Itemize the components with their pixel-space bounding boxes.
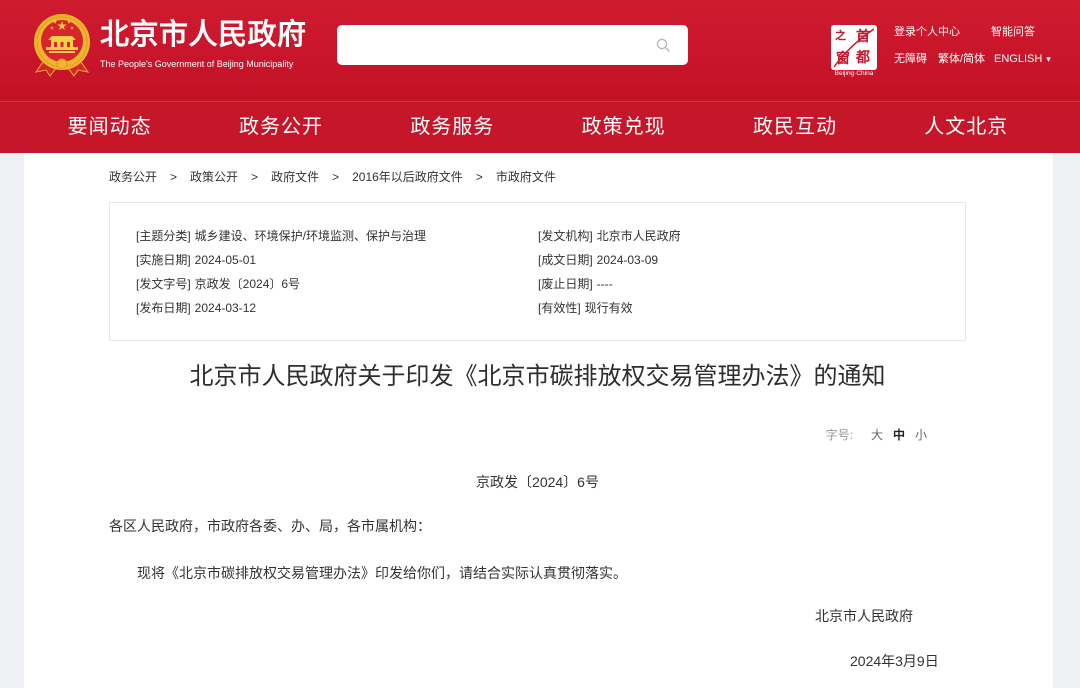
info-field-doc-number: [发文字号] 京政发〔2024〕6号 bbox=[136, 272, 538, 296]
info-label: [成文日期] bbox=[538, 253, 593, 267]
login-link[interactable]: 登录个人中心 bbox=[894, 25, 960, 39]
document-number: 京政发〔2024〕6号 bbox=[476, 474, 599, 490]
info-value: 城乡建设、环境保护/环境监测、保护与治理 bbox=[194, 229, 427, 243]
info-label: [发布日期] bbox=[136, 301, 191, 315]
breadcrumb-link[interactable]: 政务公开 bbox=[109, 170, 157, 184]
search-button[interactable] bbox=[650, 33, 676, 57]
font-size-small-button[interactable]: 小 bbox=[915, 427, 927, 443]
breadcrumb: 政务公开 > 政策公开 > 政府文件 >2016年以后政府文件 > 市政府文件 bbox=[109, 169, 556, 185]
article-salutation: 各区人民政府，市政府各委、办、局，各市属机构： bbox=[109, 518, 431, 534]
info-label: [发文字号] bbox=[136, 277, 191, 291]
info-label: [发文机构] bbox=[538, 229, 593, 243]
font-size-medium-button[interactable]: 中 bbox=[893, 427, 905, 443]
breadcrumb-separator: > bbox=[475, 170, 483, 184]
breadcrumb-link[interactable]: 政府文件 bbox=[271, 170, 319, 184]
info-value: 现行有效 bbox=[584, 301, 633, 315]
english-language-link[interactable]: ENGLISH ▾ bbox=[994, 52, 1051, 66]
breadcrumb-separator: > bbox=[170, 170, 178, 184]
portal-logo-char: 首 bbox=[856, 28, 870, 44]
info-field-subject: [主题分类] 城乡建设、环境保护/环境监测、保护与治理 bbox=[136, 224, 538, 248]
smart-qa-link[interactable]: 智能问答 bbox=[991, 25, 1035, 39]
info-field-repeal-date: [废止日期] ---- bbox=[538, 272, 965, 296]
info-row: [发布日期] 2024-03-12 [有效性] 现行有效 bbox=[136, 296, 965, 320]
font-size-label: 字号: bbox=[825, 428, 853, 442]
traditional-simplified-toggle[interactable]: 繁体/简体 bbox=[938, 52, 985, 66]
font-size-switcher: 字号: 大 中 小 bbox=[109, 427, 927, 443]
breadcrumb-link[interactable]: 2016年以后政府文件 bbox=[352, 170, 463, 184]
info-field-validity: [有效性] 现行有效 bbox=[538, 296, 965, 320]
breadcrumb-separator: > bbox=[251, 170, 259, 184]
nav-item-news[interactable]: 要闻动态 bbox=[24, 102, 195, 153]
breadcrumb-link[interactable]: 政策公开 bbox=[190, 170, 238, 184]
info-value: 北京市人民政府 bbox=[596, 229, 681, 243]
site-header: 北京市人民政府 The People's Government of Beiji… bbox=[0, 0, 1080, 101]
info-row: [发文字号] 京政发〔2024〕6号 [废止日期] ---- bbox=[136, 272, 965, 296]
nav-item-interaction[interactable]: 政民互动 bbox=[709, 102, 880, 153]
portal-logo-caption: Beijing·China bbox=[834, 70, 874, 77]
site-title: 北京市人民政府 bbox=[100, 19, 307, 51]
caret-down-icon: ▾ bbox=[1046, 54, 1051, 64]
info-row: [主题分类] 城乡建设、环境保护/环境监测、保护与治理 [发文机构] 北京市人民政府 bbox=[136, 224, 965, 248]
info-value: 2024-03-12 bbox=[194, 301, 257, 315]
article-title: 北京市人民政府关于印发《北京市碳排放权交易管理办法》的通知 bbox=[189, 363, 886, 390]
article-body-paragraph: 现将《北京市碳排放权交易管理办法》印发给你们，请结合实际认真贯彻落实。 bbox=[137, 565, 627, 581]
info-field-effective-date: [实施日期] 2024-05-01 bbox=[136, 248, 538, 272]
article-signature: 北京市人民政府 bbox=[815, 608, 913, 624]
main-content: 政务公开 > 政策公开 > 政府文件 >2016年以后政府文件 > 市政府文件 [主题分类] 城… bbox=[24, 153, 1053, 688]
nav-item-policy-fulfillment[interactable]: 政策兑现 bbox=[538, 102, 709, 153]
breadcrumb-link[interactable]: 市政府文件 bbox=[496, 170, 556, 184]
document-info-panel: [主题分类] 城乡建设、环境保护/环境监测、保护与治理 [发文机构] 北京市人民政府… bbox=[109, 202, 966, 341]
info-label: [实施日期] bbox=[136, 253, 191, 267]
info-field-issuer: [发文机构] 北京市人民政府 bbox=[538, 224, 965, 248]
nav-item-services[interactable]: 政务服务 bbox=[367, 102, 538, 153]
info-value: 2024-05-01 bbox=[194, 253, 257, 267]
font-size-large-button[interactable]: 大 bbox=[871, 427, 883, 443]
nav-item-government-affairs[interactable]: 政务公开 bbox=[195, 102, 366, 153]
portal-logo-char: 窗 bbox=[836, 50, 850, 66]
info-label: [废止日期] bbox=[538, 277, 593, 291]
info-field-publish-date: [发布日期] 2024-03-12 bbox=[136, 296, 538, 320]
nav-item-culture[interactable]: 人文北京 bbox=[881, 102, 1052, 153]
info-row: [实施日期] 2024-05-01 [成文日期] 2024-03-09 bbox=[136, 248, 965, 272]
national-emblem-icon bbox=[34, 14, 90, 77]
info-field-written-date: [成文日期] 2024-03-09 bbox=[538, 248, 965, 272]
search-icon bbox=[656, 38, 670, 52]
capital-window-logo[interactable]: 之 首 窗 都 bbox=[831, 25, 877, 70]
main-nav: 要闻动态 政务公开 政务服务 政策兑现 政民互动 人文北京 bbox=[0, 101, 1080, 153]
info-value: 2024-03-09 bbox=[596, 253, 659, 267]
portal-logo-char: 都 bbox=[856, 49, 870, 65]
site-subtitle: The People's Government of Beijing Munic… bbox=[100, 59, 294, 69]
info-label: [有效性] bbox=[538, 301, 581, 315]
info-label: [主题分类] bbox=[136, 229, 191, 243]
info-value: ---- bbox=[596, 277, 613, 291]
english-label: ENGLISH bbox=[994, 53, 1043, 65]
article-date: 2024年3月9日 bbox=[850, 653, 939, 669]
breadcrumb-separator: > bbox=[332, 170, 340, 184]
search-box bbox=[337, 25, 688, 65]
search-input[interactable] bbox=[349, 25, 644, 65]
portal-logo-char: 之 bbox=[835, 30, 846, 42]
info-value: 京政发〔2024〕6号 bbox=[194, 277, 301, 291]
accessibility-link[interactable]: 无障碍 bbox=[894, 52, 927, 66]
